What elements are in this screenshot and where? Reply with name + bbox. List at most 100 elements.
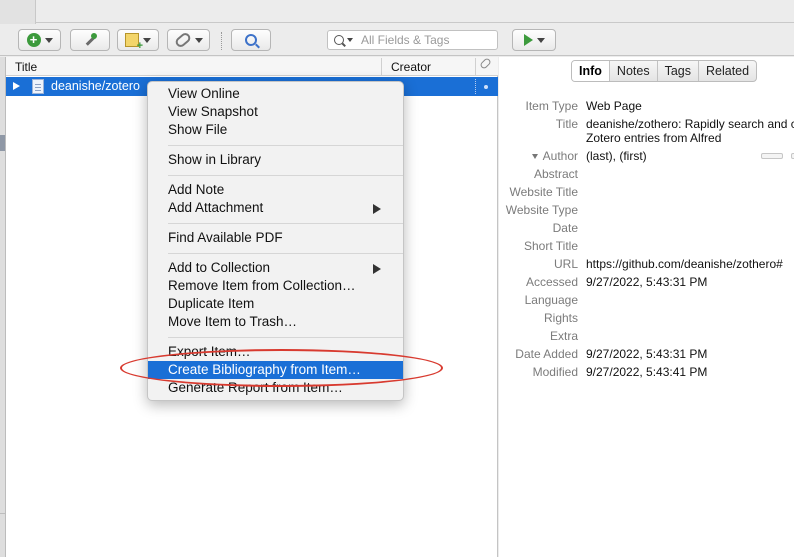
tab-tags[interactable]: Tags — [656, 61, 698, 81]
new-item-button[interactable]: + — [18, 29, 61, 51]
attachment-column-icon[interactable] — [479, 57, 492, 70]
menu-separator — [168, 175, 403, 176]
menu-item-show-in-library[interactable]: Show in Library — [148, 151, 403, 169]
attachment-dot-icon — [484, 85, 488, 89]
menu-item-duplicate[interactable]: Duplicate Item — [148, 295, 403, 313]
field-value[interactable]: https://github.com/deanishe/zothero# — [586, 257, 783, 271]
field-label: Website Type — [505, 203, 578, 217]
toolbar: + — [0, 26, 794, 56]
field-label: Website Title — [509, 185, 578, 199]
field-label: Abstract — [533, 167, 578, 181]
field-value[interactable]: deanishe/zothero: Rapidly search and c — [586, 117, 794, 131]
menu-item-add-attachment[interactable]: Add Attachment — [148, 199, 403, 217]
menu-separator — [168, 145, 403, 146]
field-label: Date Added — [515, 347, 578, 361]
menu-item-label: Show in Library — [168, 152, 262, 167]
column-divider[interactable] — [475, 58, 476, 75]
field-label: Title — [555, 117, 578, 131]
field-label: Rights — [543, 311, 578, 325]
menu-separator — [168, 337, 403, 338]
menu-item-add-to-collection[interactable]: Add to Collection — [148, 259, 403, 277]
field-label: Date — [552, 221, 578, 235]
field-value: 9/27/2022, 5:43:31 PM — [586, 347, 708, 361]
toolbar-separator — [221, 32, 222, 50]
field-label: Short Title — [523, 239, 578, 253]
item-pane-tabs: Info Notes Tags Related — [571, 60, 758, 82]
menu-item-label: Find Available PDF — [168, 230, 283, 245]
arrow-right-icon — [523, 34, 533, 46]
chevron-down-icon — [536, 37, 545, 43]
menu-item-remove-from-collection[interactable]: Remove Item from Collection… — [148, 277, 403, 295]
menu-separator — [168, 223, 403, 224]
column-title[interactable]: Title — [15, 60, 37, 74]
menu-item-view-snapshot[interactable]: View Snapshot — [148, 103, 403, 121]
chevron-down-icon — [44, 37, 53, 43]
magic-wand-icon — [82, 32, 98, 48]
menu-item-label: Add to Collection — [168, 260, 271, 275]
field-label[interactable]: URL — [554, 257, 578, 271]
menu-item-show-file[interactable]: Show File — [148, 121, 403, 139]
window-top-strip — [0, 0, 794, 26]
field-value[interactable]: Zotero entries from Alfred — [586, 131, 721, 145]
menu-item-label: View Snapshot — [168, 104, 258, 119]
creator-type-dropdown-icon[interactable] — [532, 154, 538, 159]
field-label: Accessed — [525, 275, 578, 289]
collections-pane-header — [0, 0, 36, 24]
remove-creator-button[interactable] — [761, 153, 783, 159]
locate-button[interactable] — [512, 29, 556, 51]
field-label: Modified — [532, 365, 578, 379]
search-icon — [334, 35, 344, 45]
menu-item-add-note[interactable]: Add Note — [148, 181, 403, 199]
field-label: Language — [524, 293, 578, 307]
tab-related[interactable]: Related — [697, 61, 756, 81]
field-value: 9/27/2022, 5:43:41 PM — [586, 365, 708, 379]
field-value[interactable]: 9/27/2022, 5:43:31 PM — [586, 275, 707, 289]
search-input[interactable] — [361, 33, 491, 47]
field-label: Item Type — [525, 99, 578, 113]
menu-item-label: Show File — [168, 122, 228, 137]
new-note-button[interactable] — [117, 29, 159, 52]
menu-item-label: Create Bibliography from Item… — [168, 362, 361, 377]
note-icon — [125, 33, 143, 52]
selected-collection-marker — [0, 135, 5, 151]
menu-item-move-to-trash[interactable]: Move Item to Trash… — [148, 313, 403, 331]
web-page-icon — [32, 79, 44, 94]
tab-info[interactable]: Info — [572, 61, 609, 81]
disclosure-triangle-icon[interactable] — [13, 82, 20, 90]
column-divider — [475, 79, 476, 94]
field-label[interactable]: Author — [543, 149, 578, 163]
chevron-down-icon — [194, 37, 203, 43]
items-column-header: Title Creator — [6, 57, 498, 76]
menu-item-label: Add Attachment — [168, 200, 264, 215]
field-value[interactable]: Web Page — [586, 99, 642, 113]
add-attachment-button[interactable] — [167, 29, 210, 51]
menu-item-label: Move Item to Trash… — [168, 314, 298, 329]
context-menu: View Online View Snapshot Show File Show… — [147, 81, 404, 401]
search-mode-dropdown-icon[interactable] — [347, 38, 353, 42]
chevron-down-icon — [143, 37, 151, 43]
submenu-arrow-icon — [373, 264, 381, 274]
menu-item-find-pdf[interactable]: Find Available PDF — [148, 229, 403, 247]
menu-item-label: Generate Report from Item… — [168, 380, 343, 395]
add-by-identifier-button[interactable] — [70, 29, 110, 51]
menu-item-label: View Online — [168, 86, 240, 101]
menu-item-create-bibliography[interactable]: Create Bibliography from Item… — [148, 361, 403, 379]
menu-item-label: Add Note — [168, 182, 225, 197]
menu-item-label: Export Item… — [168, 344, 251, 359]
column-creator[interactable]: Creator — [391, 60, 431, 74]
menu-item-label: Duplicate Item — [168, 296, 255, 311]
divider — [36, 22, 794, 23]
menu-item-view-online[interactable]: View Online — [148, 85, 403, 103]
paperclip-icon — [173, 31, 192, 49]
tab-notes[interactable]: Notes — [608, 61, 657, 81]
menu-separator — [168, 253, 403, 254]
search-field[interactable] — [327, 30, 498, 50]
submenu-arrow-icon — [373, 204, 381, 214]
menu-item-generate-report[interactable]: Generate Report from Item… — [148, 379, 403, 397]
field-label: Extra — [549, 329, 578, 343]
add-icon: + — [26, 33, 41, 47]
menu-item-export-item[interactable]: Export Item… — [148, 343, 403, 361]
advanced-search-button[interactable] — [231, 29, 271, 51]
field-value[interactable]: (last), (first) — [586, 149, 647, 163]
column-divider[interactable] — [381, 58, 382, 75]
